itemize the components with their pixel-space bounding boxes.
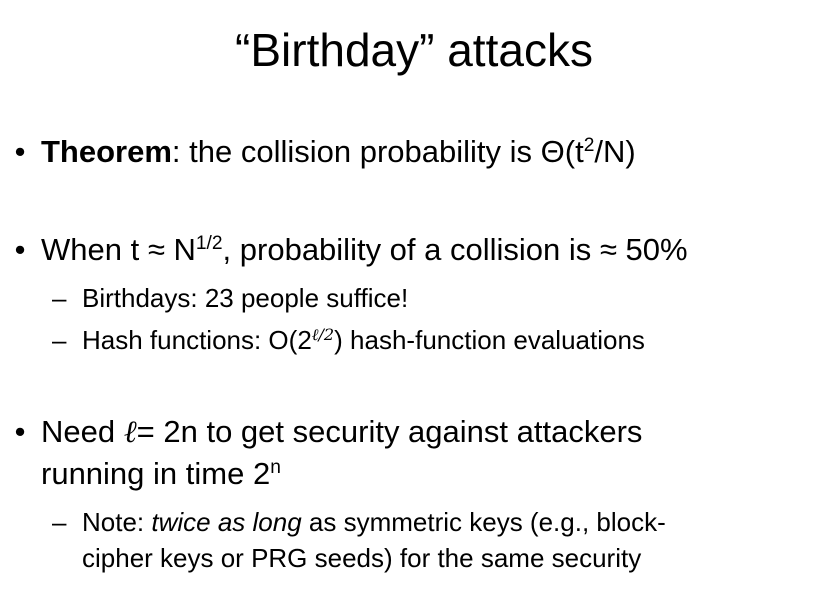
ell-symbol: ℓ <box>123 414 137 450</box>
dash-marker: – <box>52 283 67 313</box>
slide: “Birthday” attacks • Theorem: the collis… <box>0 0 828 595</box>
theorem-label: Theorem <box>41 134 172 169</box>
bullet-marker: • <box>14 414 26 449</box>
dash-marker: – <box>52 507 67 537</box>
bullet-marker: • <box>14 134 26 169</box>
bullet-text: Need ℓ= 2n to get security against attac… <box>41 413 642 451</box>
exponent: 1/2 <box>195 233 223 255</box>
bullet-text-pre: When t ≈ N <box>41 232 196 267</box>
sub-bullet-text: Birthdays: 23 people suffice! <box>82 283 409 313</box>
bullet-text-line2: running in time 2n <box>41 455 281 493</box>
bullet-text-post: = 2n to get security against attackers <box>136 414 643 449</box>
dash-marker: – <box>52 325 67 355</box>
sub-bullet-text: Note: twice as long as symmetric keys (e… <box>82 505 666 539</box>
bullet-text-post: , probability of a collision is ≈ 50% <box>222 232 688 267</box>
slide-title: “Birthday” attacks <box>235 24 593 76</box>
note-label: Note: <box>82 507 152 537</box>
bullet-text: Theorem: the collision probability is Θ(… <box>41 133 636 171</box>
exponent: n <box>270 457 281 479</box>
sub-bullet-text-line2: cipher keys or PRG seeds) for the same s… <box>82 543 642 573</box>
note-text: as symmetric keys (e.g., block- <box>301 507 666 537</box>
sub-bullet-text: Hash functions: O(2ℓ/2) hash-function ev… <box>82 323 645 357</box>
sub-text-post: ) hash-function evaluations <box>334 325 645 355</box>
bullet-text: When t ≈ N1/2, probability of a collisio… <box>41 231 688 269</box>
bullet-line2-pre: running in time 2 <box>41 456 271 491</box>
note-italic: twice as long <box>151 507 302 537</box>
theorem-end: /N) <box>594 134 636 169</box>
exponent: ℓ/2 <box>311 325 335 345</box>
theorem-text: : the collision probability is Θ(t <box>171 134 584 169</box>
bullet-text-pre: Need <box>41 414 124 449</box>
bullet-marker: • <box>14 232 26 267</box>
sub-text-pre: Hash functions: O(2 <box>82 325 312 355</box>
exponent: 2 <box>583 135 595 157</box>
